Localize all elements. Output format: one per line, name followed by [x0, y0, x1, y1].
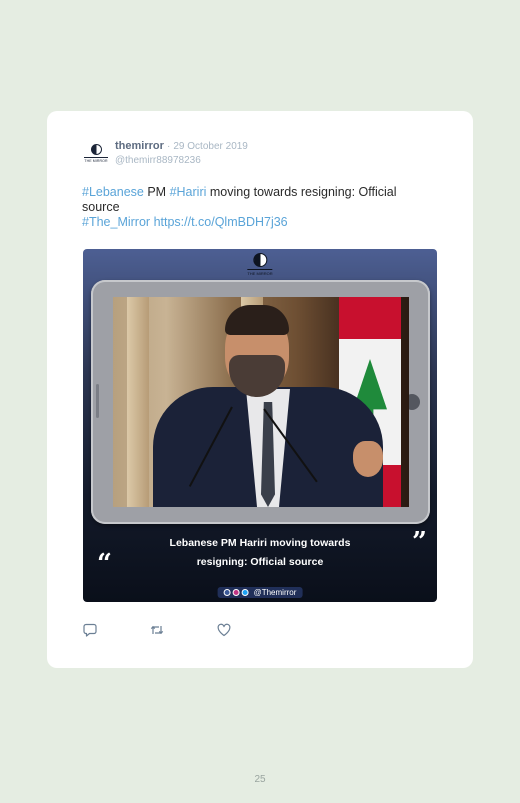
tweet-header: themirror · 29 October 2019 [115, 140, 248, 152]
caption-line: resigning: Official source [196, 556, 324, 568]
media-logo: THE MIRROR [247, 253, 273, 276]
quote-close-icon: ” [412, 527, 427, 557]
hashtag-lebanese[interactable]: #Lebanese [82, 185, 144, 199]
hashtag-the-mirror[interactable]: #The_Mirror [82, 215, 150, 229]
media-logo-text: THE MIRROR [247, 269, 273, 276]
header-separator: · [166, 141, 171, 152]
tweet-media-image[interactable]: THE MIRROR ” Lebanese PM Hariri moving t… [83, 249, 437, 602]
twitter-icon [241, 589, 249, 596]
like-button[interactable] [217, 623, 231, 637]
quote-open-icon: “ [97, 549, 112, 579]
user-handle[interactable]: @themirr88978236 [115, 155, 201, 166]
tweet-date[interactable]: 29 October 2019 [173, 141, 248, 152]
speaker-figure [153, 305, 383, 507]
news-photo [113, 297, 409, 507]
hair [225, 305, 289, 335]
avatar-logo-text: THE MIRROR [84, 157, 108, 163]
tweet-text: #Lebanese PM #Hariri moving towards resi… [82, 185, 437, 230]
retweet-icon [150, 625, 164, 635]
hashtag-hariri[interactable]: #Hariri [170, 185, 207, 199]
reply-button[interactable] [83, 623, 97, 637]
mirror-logo-icon [90, 144, 102, 155]
tweet-actions [83, 623, 284, 637]
heart-icon [217, 623, 231, 637]
facebook-icon [223, 589, 231, 596]
user-name[interactable]: themirror [115, 140, 164, 152]
tweet-url[interactable]: https://t.co/QlmBDH7j36 [154, 215, 288, 229]
retweet-button[interactable] [150, 623, 164, 637]
tablet-side-button [96, 384, 99, 418]
media-caption: Lebanese PM Hariri moving towards resign… [133, 534, 387, 572]
reply-icon [83, 623, 97, 637]
instagram-icon [232, 589, 240, 596]
caption-line: Lebanese PM Hariri moving towards [169, 537, 351, 549]
tweet-text-part: PM [143, 185, 170, 199]
page-number: 25 [254, 774, 266, 785]
avatar[interactable]: THE MIRROR [83, 144, 109, 170]
social-handle: @Themirror [253, 588, 297, 597]
background-column [127, 297, 149, 507]
hand [353, 441, 383, 477]
tweet-card: THE MIRROR themirror · 29 October 2019 @… [47, 111, 473, 668]
tablet-frame [91, 280, 430, 524]
mirror-logo-icon [253, 253, 267, 267]
social-handle-bar: @Themirror [217, 587, 303, 598]
